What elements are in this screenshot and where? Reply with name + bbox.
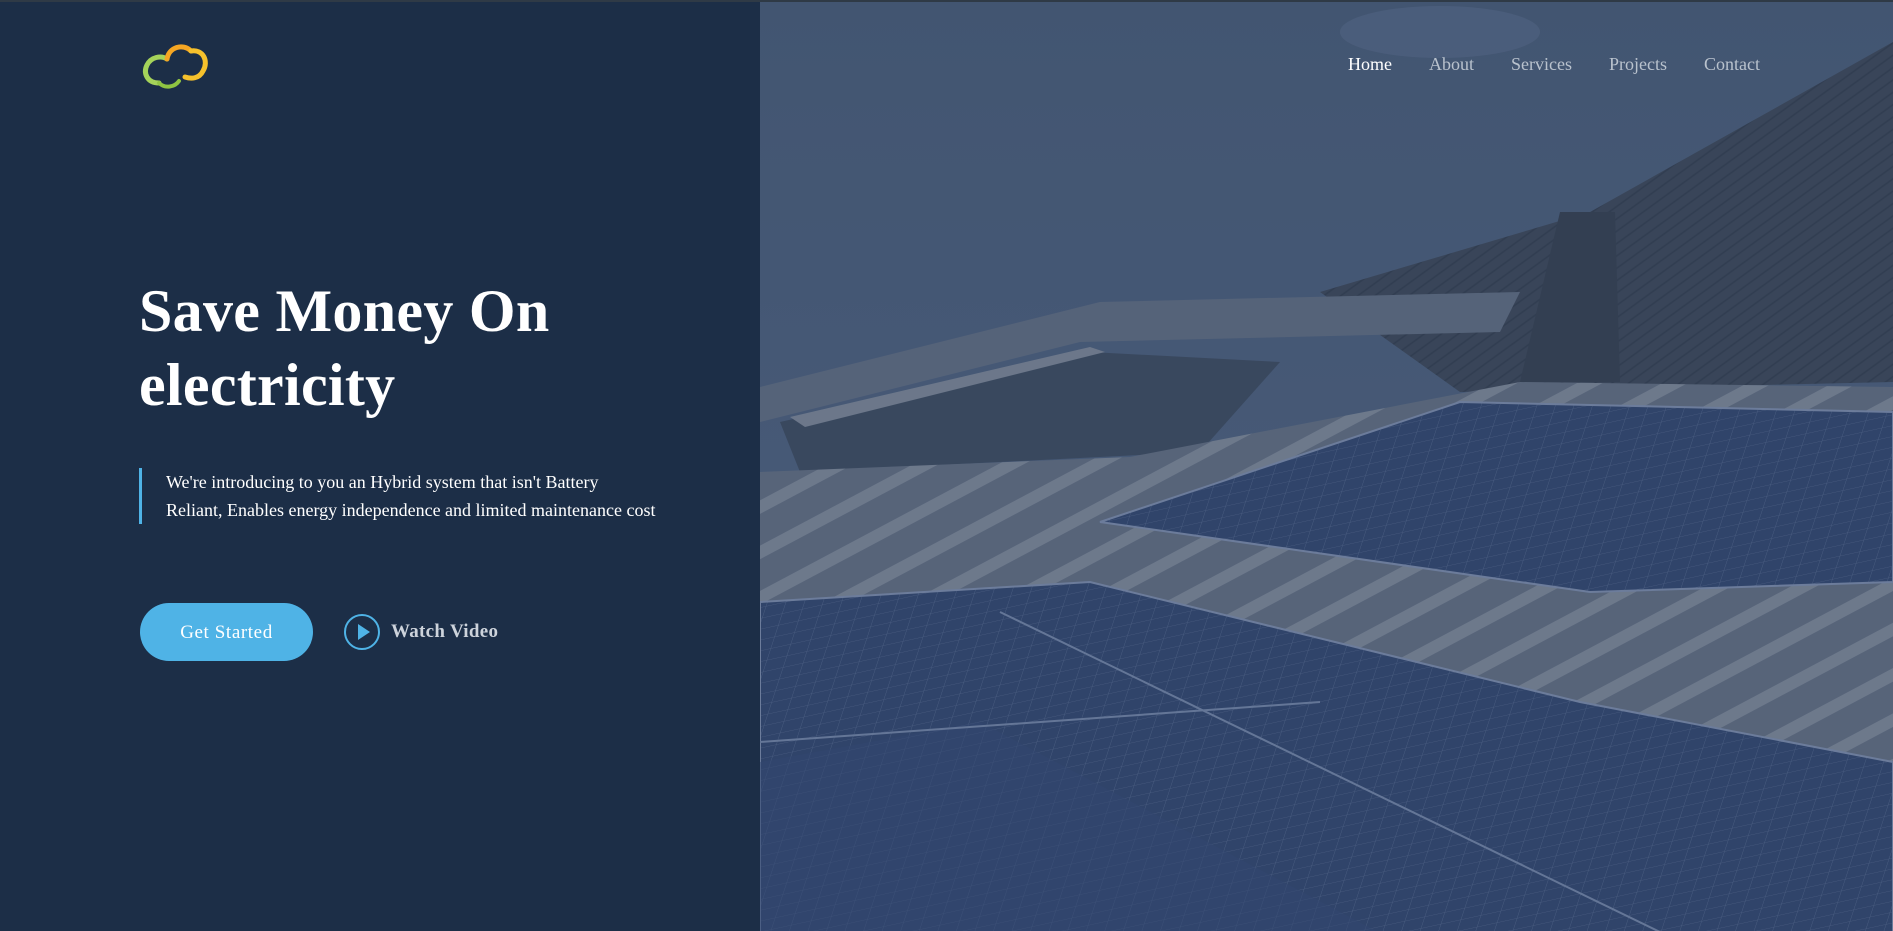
nav-item-contact[interactable]: Contact <box>1704 54 1760 75</box>
main-nav: Home About Services Projects Contact <box>1311 54 1760 75</box>
hero-left-panel: Save Money On electricity We're introduc… <box>0 2 760 931</box>
nav-item-home[interactable]: Home <box>1348 54 1392 75</box>
hero-image: Home About Services Projects Contact <box>760 2 1893 931</box>
watch-video-label: Watch Video <box>391 621 499 642</box>
watch-video-link[interactable]: Watch Video <box>344 611 498 653</box>
play-icon[interactable] <box>344 614 380 650</box>
page: Save Money On electricity We're introduc… <box>0 0 1893 931</box>
nav-item-services[interactable]: Services <box>1511 54 1572 75</box>
cloud-icon <box>143 44 208 89</box>
hero-description: We're introducing to you an Hybrid syste… <box>139 468 659 524</box>
hero-title: Save Money On electricity <box>139 274 699 422</box>
logo[interactable] <box>139 39 211 91</box>
hero-title-line-1: Save Money On <box>139 278 550 344</box>
solar-roof-illustration <box>760 2 1893 931</box>
hero-title-line-2: electricity <box>139 352 396 418</box>
nav-item-about[interactable]: About <box>1429 54 1474 75</box>
nav-item-projects[interactable]: Projects <box>1609 54 1667 75</box>
get-started-button[interactable]: Get Started <box>140 603 313 661</box>
